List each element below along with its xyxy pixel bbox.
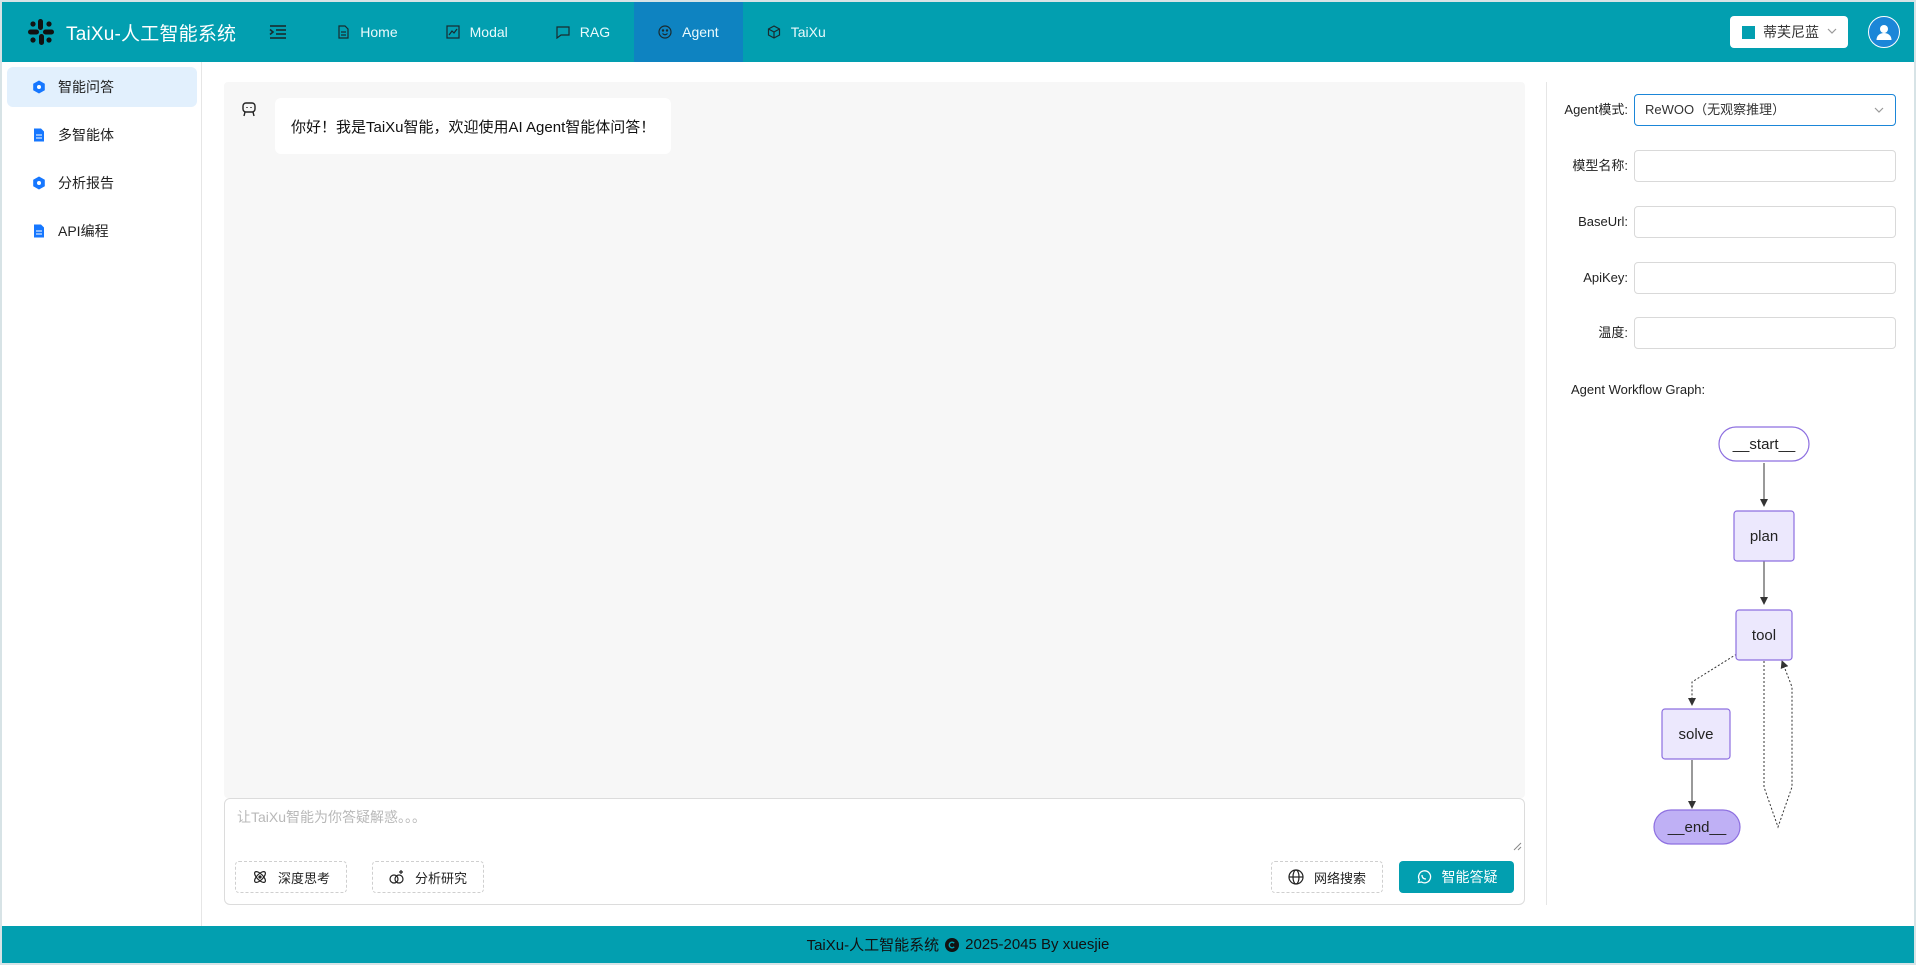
model-name-input[interactable]: [1634, 150, 1896, 182]
globe-icon: [1288, 869, 1304, 885]
temperature-row: 温度:: [1550, 317, 1900, 349]
workflow-graph-title: Agent Workflow Graph:: [1571, 382, 1706, 397]
nav-modal[interactable]: Modal: [422, 2, 532, 62]
web-search-button[interactable]: 网络搜索: [1271, 861, 1384, 893]
sidebar-item-label: 多智能体: [58, 127, 114, 143]
atom-icon: [254, 871, 266, 883]
agent-mode-row: Agent模式: ReWOO（无观察推理）: [1550, 94, 1900, 126]
nav-taixu-label: TaiXu: [790, 24, 826, 40]
footer-app-name: TaiXu-人工智能系统: [806, 937, 940, 954]
nav-home[interactable]: Home: [312, 2, 421, 62]
temperature-label: 温度:: [1598, 325, 1628, 340]
node-solve-label: solve: [1678, 726, 1713, 743]
chat-history: 你好！我是TaiXu智能，欢迎使用AI Agent智能体问答！: [224, 82, 1525, 798]
submit-question-button[interactable]: 智能答疑: [1399, 861, 1514, 893]
hexagon-icon: [33, 176, 45, 190]
edge-tool-solve: [1688, 651, 1741, 706]
nav-agent-label: Agent: [682, 24, 719, 40]
assistant-message-text: 你好！我是TaiXu智能，欢迎使用AI Agent智能体问答！: [291, 118, 656, 136]
base-url-row: BaseUrl:: [1550, 206, 1900, 238]
node-end-label: __end__: [1667, 819, 1727, 836]
document-icon: [338, 25, 349, 39]
sidebar-item-label: 分析报告: [58, 175, 114, 191]
chevron-down-icon: [1827, 28, 1837, 34]
base-url-label: BaseUrl:: [1578, 214, 1628, 229]
top-header: TaiXu-人工智能系统 Home Modal RAG Agent TaiXu …: [2, 2, 1914, 62]
magic-circles-icon: [389, 870, 404, 884]
whatsapp-chat-icon: [1417, 870, 1431, 884]
node-tool-label: tool: [1752, 627, 1776, 644]
smile-icon: [658, 25, 672, 39]
app-title: TaiXu-人工智能系统: [66, 23, 237, 45]
sidebar-item-label: API编程: [58, 223, 109, 239]
sidebar-item-label: 智能问答: [58, 79, 114, 95]
nav-rag[interactable]: RAG: [532, 2, 634, 62]
analysis-research-label: 分析研究: [415, 870, 468, 886]
file-icon: [34, 128, 44, 142]
nav-rag-label: RAG: [579, 24, 611, 40]
nav-taixu[interactable]: TaiXu: [743, 2, 850, 62]
copyright-icon: [945, 937, 960, 952]
theme-select-value: 蒂芙尼蓝: [1763, 24, 1819, 40]
workflow-graph: __start__ plan tool solve __end__: [1653, 426, 1810, 845]
sidebar-item-analysis-report[interactable]: 分析报告: [7, 163, 197, 203]
deep-think-button[interactable]: 深度思考: [235, 861, 348, 893]
nav-agent[interactable]: Agent: [634, 2, 743, 62]
theme-select[interactable]: 蒂芙尼蓝: [1730, 16, 1848, 48]
api-key-input[interactable]: [1634, 262, 1896, 294]
submit-question-label: 智能答疑: [1441, 869, 1498, 885]
footer-copyright: 2025-2045 By xuesjie: [965, 936, 1110, 953]
sidebar-item-api-programming[interactable]: API编程: [7, 211, 197, 251]
node-start-label: __start__: [1732, 436, 1796, 453]
sidebar-item-smart-qa[interactable]: 智能问答: [7, 67, 197, 107]
chart-icon: [446, 25, 460, 39]
node-plan-label: plan: [1750, 528, 1778, 545]
model-name-row: 模型名称:: [1550, 150, 1900, 182]
agent-mode-label: Agent模式:: [1564, 102, 1628, 117]
top-nav: Home Modal RAG Agent TaiXu: [312, 2, 849, 62]
chat-flag-icon: [556, 26, 570, 39]
model-name-label: 模型名称:: [1572, 158, 1628, 173]
file-icon: [34, 224, 44, 238]
app-logo[interactable]: TaiXu-人工智能系统: [26, 2, 236, 62]
agent-mode-value: ReWOO（无观察推理）: [1645, 102, 1786, 117]
agent-mode-select[interactable]: ReWOO（无观察推理）: [1634, 94, 1896, 126]
cube-icon: [767, 25, 780, 39]
assistant-message: 你好！我是TaiXu智能，欢迎使用AI Agent智能体问答！: [275, 98, 672, 154]
sidebar: 智能问答 多智能体 分析报告 API编程: [2, 62, 202, 926]
base-url-input[interactable]: [1634, 206, 1896, 238]
hexagon-icon: [33, 80, 45, 94]
user-icon: [1876, 25, 1892, 40]
collapse-menu-button[interactable]: [266, 20, 290, 44]
chat-input-box: 深度思考 分析研究 网络搜索 智能答疑: [224, 798, 1525, 905]
temperature-input[interactable]: [1634, 317, 1896, 349]
analysis-research-button[interactable]: 分析研究: [372, 861, 485, 893]
footer: TaiXu-人工智能系统 2025-2045 By xuesjie: [2, 926, 1914, 963]
chevron-down-icon: [1874, 107, 1884, 113]
robot-icon: [242, 102, 256, 117]
nav-home-label: Home: [360, 24, 398, 40]
api-key-label: ApiKey:: [1583, 270, 1628, 285]
resize-grip-icon[interactable]: [1512, 841, 1522, 851]
api-key-row: ApiKey:: [1550, 262, 1900, 294]
sidebar-item-multi-agent[interactable]: 多智能体: [7, 115, 197, 155]
deep-think-label: 深度思考: [278, 870, 331, 886]
web-search-label: 网络搜索: [1314, 870, 1367, 886]
edge-tool-loop: [1763, 660, 1793, 829]
nav-modal-label: Modal: [469, 24, 508, 40]
user-avatar[interactable]: [1868, 16, 1900, 48]
theme-color-swatch: [1742, 25, 1755, 39]
slack-logo-icon: [28, 19, 54, 45]
panel-divider: [1546, 82, 1547, 905]
indent-icon: [269, 25, 287, 39]
chat-input[interactable]: [225, 799, 1524, 851]
